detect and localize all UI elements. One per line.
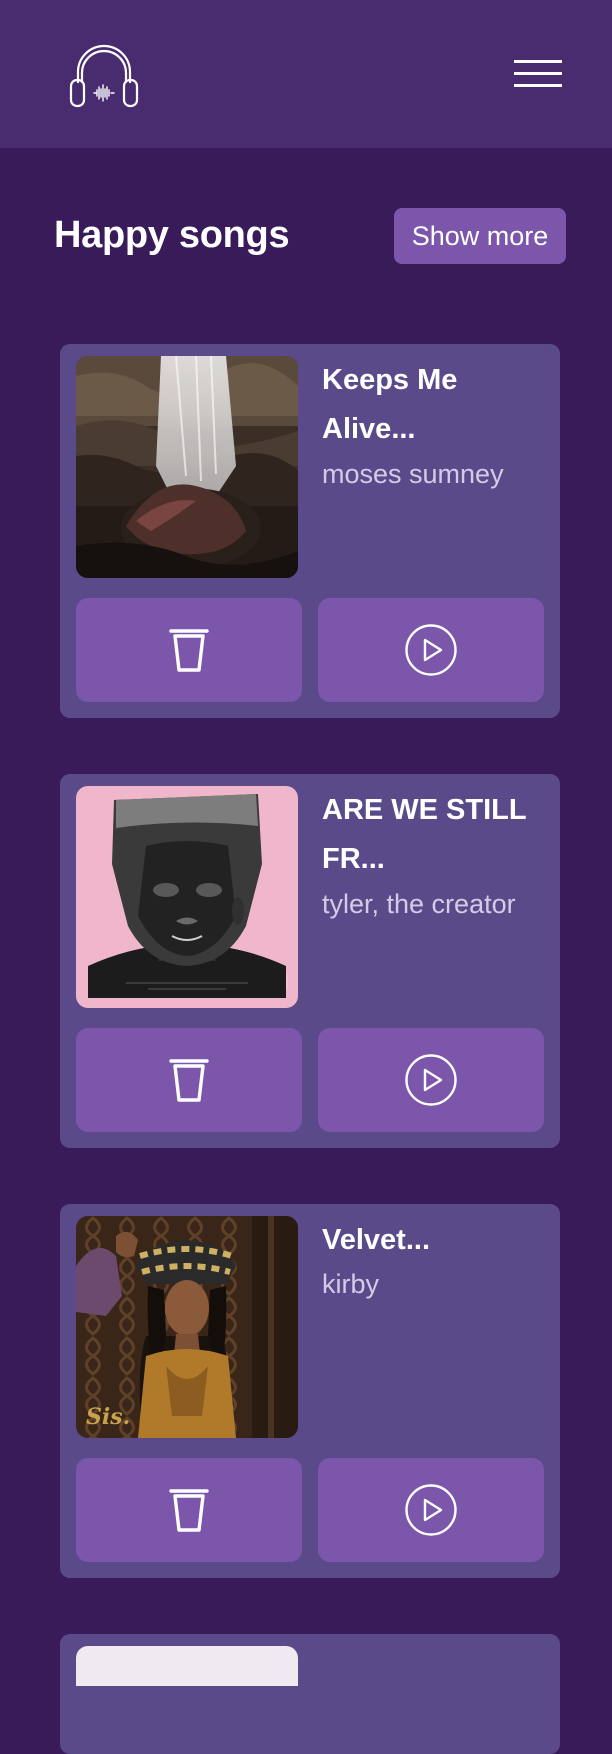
svg-text:Sis.: Sis.	[86, 1404, 130, 1430]
trash-icon	[169, 1489, 209, 1532]
trash-icon	[169, 629, 209, 672]
play-circle-icon	[405, 1054, 457, 1106]
song-title: Keeps Me Alive...	[322, 364, 458, 445]
trash-icon	[169, 1059, 209, 1102]
section-title: Happy songs	[54, 214, 290, 256]
play-circle-icon	[405, 1484, 457, 1536]
song-title: ARE WE STILL FR...	[322, 794, 527, 875]
delete-button[interactable]	[76, 598, 302, 702]
headphones-icon[interactable]	[68, 38, 140, 110]
app-header	[0, 0, 612, 148]
song-card: Keeps Me Alive... moses sumney	[60, 344, 560, 718]
song-card: ARE WE STILL FR... tyler, the creator	[60, 774, 560, 1148]
menu-bar-line	[514, 60, 562, 63]
menu-bar-line	[514, 84, 562, 87]
album-cover[interactable]	[76, 1646, 298, 1686]
song-artist: kirby	[322, 1269, 380, 1299]
delete-button[interactable]	[76, 1458, 302, 1562]
play-button[interactable]	[318, 1458, 544, 1562]
song-artist: moses sumney	[322, 459, 504, 489]
album-cover-sis[interactable]: Sis.	[76, 1216, 298, 1438]
play-circle-icon	[405, 624, 457, 676]
album-cover-portrait[interactable]	[76, 786, 298, 1008]
show-more-button[interactable]: Show more	[394, 208, 566, 264]
hamburger-menu-icon[interactable]	[514, 56, 566, 92]
menu-bar-line	[514, 72, 562, 75]
song-title: Velvet...	[322, 1224, 431, 1256]
play-button[interactable]	[318, 598, 544, 702]
song-card	[60, 1634, 560, 1754]
delete-button[interactable]	[76, 1028, 302, 1132]
play-button[interactable]	[318, 1028, 544, 1132]
song-artist: tyler, the creator	[322, 889, 516, 919]
song-card: Sis. Velvet... kirby	[60, 1204, 560, 1578]
album-cover-waterfall[interactable]	[76, 356, 298, 578]
